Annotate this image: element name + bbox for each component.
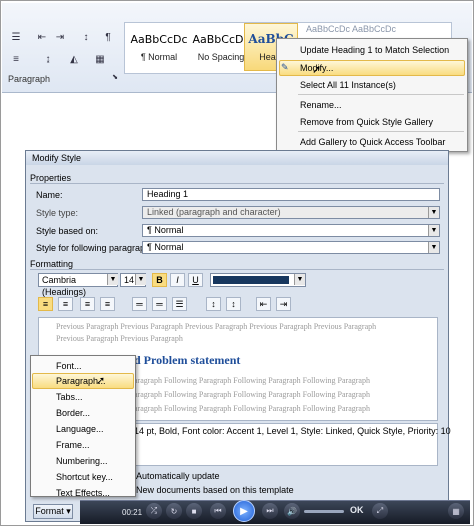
section-divider — [30, 183, 444, 184]
name-label: Name: — [36, 190, 63, 200]
format-menu-item-shortcut-key[interactable]: Shortcut key... — [56, 471, 113, 484]
shuffle-icon[interactable]: ⤮ — [146, 503, 162, 519]
align-right-icon[interactable]: ≡ — [80, 297, 95, 311]
single-spacing-icon[interactable]: ═ — [132, 297, 147, 311]
line-spacing-icon[interactable]: ↨ — [40, 52, 56, 66]
font-select[interactable]: Cambria (Headings) — [38, 273, 118, 297]
decrease-indent-icon[interactable]: ⇤ — [256, 297, 271, 311]
format-menu-item-numbering[interactable]: Numbering... — [56, 455, 108, 468]
italic-button[interactable]: I — [170, 273, 185, 287]
menu-item-rename[interactable]: Rename... — [300, 98, 342, 112]
preview-following-text: aragraph Following Paragraph Following P… — [134, 376, 370, 385]
style-type-value: Linked (paragraph and character) — [147, 207, 281, 217]
volume-slider[interactable] — [304, 510, 344, 513]
align-center-icon[interactable]: ≡ — [58, 297, 73, 311]
style-sample: AaBbCcDc — [130, 33, 188, 46]
chevron-down-icon[interactable]: ▼ — [135, 274, 146, 285]
show-hide-icon[interactable]: ¶ — [100, 30, 116, 44]
following-style-value: ¶ Normal — [147, 242, 184, 252]
preview-heading-text: d Problem statement — [134, 353, 241, 367]
style-based-on-label: Style based on: — [36, 226, 99, 236]
auto-update-label: Automatically update — [136, 471, 220, 481]
menu-item-update-heading[interactable]: Update Heading 1 to Match Selection — [300, 43, 449, 57]
ok-button-label[interactable]: OK — [350, 505, 364, 515]
font-color-select[interactable] — [210, 273, 306, 287]
play-icon[interactable]: ▶ — [233, 500, 255, 522]
menu-separator — [298, 131, 464, 132]
style-based-on-value: ¶ Normal — [147, 225, 184, 235]
style-tile-no-spacing[interactable]: AaBbCcDc No Spacing — [190, 25, 252, 70]
increase-indent-icon[interactable]: ⇥ — [276, 297, 291, 311]
menu-item-select-all[interactable]: Select All 11 Instance(s) — [300, 78, 396, 92]
section-divider — [30, 269, 444, 270]
justify-icon[interactable]: ≡ — [100, 297, 115, 311]
bold-button[interactable]: B — [152, 273, 167, 287]
borders-icon[interactable]: ▦ — [92, 52, 108, 66]
menu-separator — [298, 94, 464, 95]
format-button[interactable]: Format ▾ — [33, 504, 73, 519]
dialog-title: Modify Style — [26, 151, 448, 165]
style-name: ¶ Normal — [140, 52, 178, 62]
preview-previous-text: Previous Paragraph Previous Paragraph — [56, 334, 183, 343]
volume-icon[interactable]: 🔊 — [284, 503, 300, 519]
preview-previous-text: Previous Paragraph Previous Paragraph Pr… — [56, 322, 377, 331]
mouse-cursor-icon: ➚ — [96, 375, 106, 387]
modify-style-icon: ✎ — [281, 62, 289, 72]
chevron-down-icon[interactable]: ▼ — [428, 207, 439, 218]
formatting-section-label: Formatting — [30, 259, 74, 269]
format-menu-item-text-effects[interactable]: Text Effects... — [56, 487, 110, 500]
format-menu-item-border[interactable]: Border... — [56, 407, 90, 420]
name-input[interactable]: Heading 1 — [142, 188, 440, 201]
style-sample: AaBbCcDc — [192, 33, 250, 46]
dialog-launcher-icon[interactable]: ⬊ — [110, 72, 120, 82]
previous-icon[interactable]: ⏮ — [210, 503, 226, 519]
stop-icon[interactable]: ■ — [186, 503, 202, 519]
properties-section-label: Properties — [30, 173, 72, 183]
mouse-cursor-icon: ➚ — [312, 64, 322, 76]
style-name: No Spacing — [197, 52, 245, 62]
playback-time: 00:21 — [122, 508, 143, 517]
format-menu-item-font[interactable]: Font... — [56, 360, 82, 373]
format-menu-item-frame[interactable]: Frame... — [56, 439, 90, 452]
paragraph-group-label: Paragraph — [8, 74, 51, 84]
shading-icon[interactable]: ◭ — [66, 52, 82, 66]
chevron-down-icon[interactable]: ▼ — [428, 225, 439, 236]
space-after-icon[interactable]: ↕ — [226, 297, 241, 311]
space-before-icon[interactable]: ↕ — [206, 297, 221, 311]
style-based-on-select[interactable]: ¶ Normal — [142, 224, 440, 237]
style-type-select[interactable]: Linked (paragraph and character) — [142, 206, 440, 219]
following-style-select[interactable]: ¶ Normal — [142, 241, 440, 254]
underline-button[interactable]: U — [188, 273, 203, 287]
menu-item-remove-from-gallery[interactable]: Remove from Quick Style Gallery — [300, 115, 433, 129]
format-menu-item-language[interactable]: Language... — [56, 423, 104, 436]
increase-indent-icon[interactable]: ⇥ — [52, 30, 68, 44]
justify-icon[interactable]: ≡ — [8, 52, 24, 66]
following-style-label: Style for following paragraph: — [36, 243, 153, 253]
next-icon[interactable]: ⏭ — [262, 503, 278, 519]
style-gallery-overflow: AaBbCcDc AaBbCcDc — [306, 24, 397, 34]
one-half-spacing-icon[interactable]: ═ — [152, 297, 167, 311]
format-menu-item-tabs[interactable]: Tabs... — [56, 391, 83, 404]
double-spacing-icon[interactable]: ☰ — [172, 297, 187, 311]
repeat-icon[interactable]: ↻ — [166, 503, 182, 519]
chevron-down-icon[interactable]: ▼ — [107, 274, 118, 285]
preview-following-text: aragraph Following Paragraph Following P… — [134, 390, 370, 399]
style-tile-normal[interactable]: AaBbCcDc ¶ Normal — [128, 25, 190, 70]
decrease-indent-icon[interactable]: ⇤ — [34, 30, 50, 44]
menu-item-add-gallery-toolbar[interactable]: Add Gallery to Quick Access Toolbar — [300, 135, 445, 149]
new-docs-label: New documents based on this template — [136, 485, 294, 495]
maximize-icon[interactable]: ⤢ — [372, 503, 388, 519]
chevron-down-icon[interactable]: ▼ — [428, 242, 439, 253]
style-description: 14 pt, Bold, Font color: Accent 1, Level… — [134, 426, 451, 436]
switch-view-icon[interactable]: ▦ — [448, 503, 464, 519]
font-color-swatch — [213, 276, 289, 284]
chevron-down-icon[interactable]: ▼ — [294, 274, 305, 285]
multilevel-list-icon[interactable]: ☰ — [8, 30, 24, 44]
align-left-icon[interactable]: ≡ — [38, 297, 53, 311]
preview-following-text: aragraph Following Paragraph Following P… — [134, 404, 370, 413]
style-type-label: Style type: — [36, 208, 79, 218]
sort-icon[interactable]: ↕ — [78, 30, 94, 44]
